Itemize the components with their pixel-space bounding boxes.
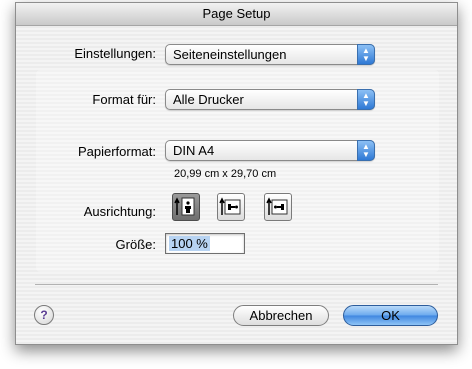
format-for-popup[interactable]: Alle Drucker ▲ ▼ xyxy=(165,89,375,110)
scale-input[interactable]: 100 % xyxy=(165,233,245,254)
scale-input-value: 100 % xyxy=(169,236,210,251)
help-icon: ? xyxy=(40,308,48,322)
paper-size-label: Papierformat: xyxy=(77,144,156,159)
settings-popup[interactable]: Seiteneinstellungen ▲ ▼ xyxy=(165,44,375,65)
paper-size-popup-value: DIN A4 xyxy=(173,143,215,158)
orientation-label: Ausrichtung: xyxy=(83,204,156,219)
portrait-orientation-button[interactable] xyxy=(172,193,200,221)
popup-arrows-icon: ▲ ▼ xyxy=(357,44,375,65)
format-for-popup-value: Alle Drucker xyxy=(173,92,244,107)
popup-arrows-icon: ▲ ▼ xyxy=(357,140,375,161)
cancel-button[interactable]: Abbrechen xyxy=(233,305,329,326)
reverse-landscape-orientation-icon xyxy=(266,197,288,215)
popup-arrows-icon: ▲ ▼ xyxy=(357,89,375,110)
scale-label: Größe: xyxy=(115,237,156,252)
reverse-landscape-orientation-button[interactable] xyxy=(264,193,292,221)
settings-label: Einstellungen: xyxy=(74,46,156,61)
format-for-label: Format für: xyxy=(92,92,156,107)
divider xyxy=(35,284,438,285)
landscape-orientation-icon xyxy=(219,197,241,215)
paper-dimensions: 20,99 cm x 29,70 cm xyxy=(174,168,277,180)
paper-size-popup[interactable]: DIN A4 ▲ ▼ xyxy=(165,140,375,161)
settings-popup-value: Seiteneinstellungen xyxy=(173,47,287,62)
landscape-orientation-button[interactable] xyxy=(217,193,245,221)
ok-button[interactable]: OK xyxy=(343,305,438,326)
help-button[interactable]: ? xyxy=(34,305,54,325)
portrait-orientation-icon xyxy=(174,197,195,216)
window-title: Page Setup xyxy=(16,3,457,26)
